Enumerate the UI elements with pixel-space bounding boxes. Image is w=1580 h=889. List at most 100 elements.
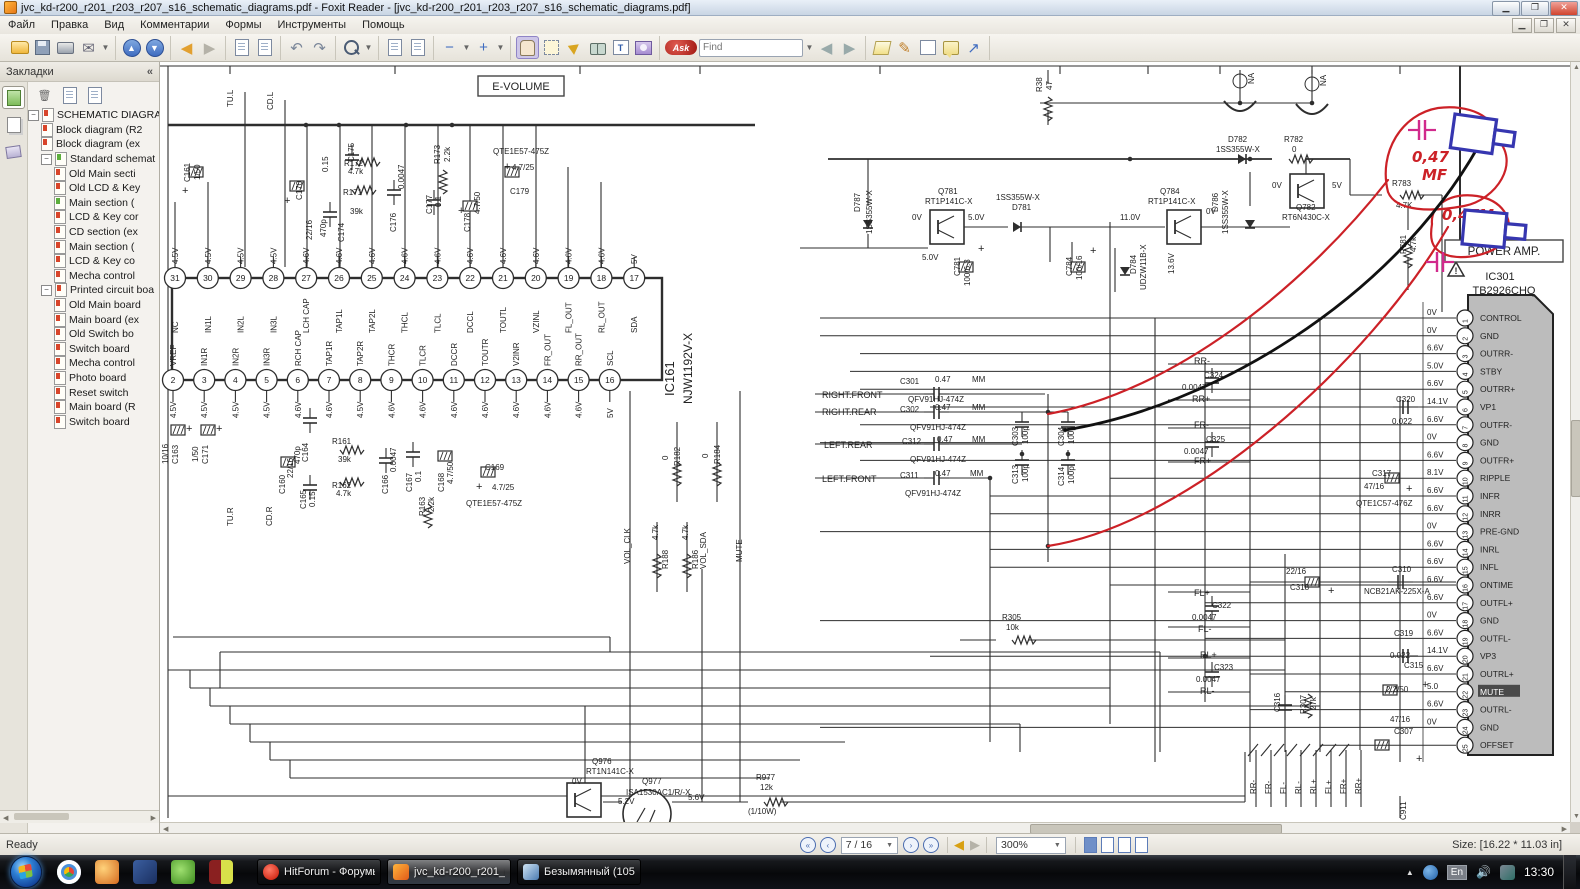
dropdown-icon[interactable]: ▼ <box>496 37 505 58</box>
bookmark-item-1[interactable]: Block diagram (R2 <box>28 123 159 138</box>
bookmark-item-10[interactable]: LCD & Key co <box>28 254 159 269</box>
menu-item-5[interactable]: Инструменты <box>270 17 355 33</box>
bookmark-item-2[interactable]: Block diagram (ex <box>28 137 159 152</box>
dropdown-icon[interactable]: ▼ <box>805 37 814 58</box>
bookmark-item-13[interactable]: Old Main board <box>28 298 159 313</box>
typewriter-tool-icon[interactable]: T <box>610 37 631 58</box>
bookmark-item-12[interactable]: −Printed circuit boa <box>28 283 159 298</box>
bookmark-item-17[interactable]: Mecha control <box>28 356 159 371</box>
find-next-icon[interactable]: ▶ <box>839 37 860 58</box>
page-dropdown-icon[interactable]: ▼ <box>886 842 893 849</box>
open-folder-icon[interactable] <box>9 37 30 58</box>
comment-bubble-tool-icon[interactable] <box>940 37 961 58</box>
single-page-layout-icon[interactable] <box>1084 837 1097 853</box>
bookmark-item-5[interactable]: Old LCD & Key <box>28 181 159 196</box>
word-icon[interactable] <box>133 860 157 884</box>
utorrent-icon[interactable] <box>171 860 195 884</box>
email-icon[interactable]: ✉ <box>78 37 99 58</box>
bookmark-item-21[interactable]: Switch board <box>28 414 159 429</box>
vertical-scroll-thumb[interactable] <box>1571 420 1580 497</box>
taskbar-button-2[interactable]: Безымянный (105%)... <box>517 859 641 885</box>
scroll-right-icon[interactable]: ▶ <box>151 814 156 822</box>
chrome-icon[interactable] <box>57 860 81 884</box>
zoom-level-field[interactable]: 300% ▼ <box>996 837 1066 854</box>
find-input[interactable] <box>699 39 803 57</box>
note-tool-icon[interactable] <box>917 37 938 58</box>
sidebar-hscrollbar[interactable]: ◀ ▶ <box>0 810 159 823</box>
previous-view-icon[interactable]: ◀ <box>954 837 964 853</box>
dropdown-icon[interactable]: ▼ <box>462 37 471 58</box>
mdi-restore-button[interactable]: ❐ <box>1534 18 1554 33</box>
bookmark-item-4[interactable]: Old Main secti <box>28 166 159 181</box>
bookmark-item-15[interactable]: Old Switch bo <box>28 327 159 342</box>
aimp-icon[interactable] <box>95 860 119 884</box>
close-button[interactable]: ✕ <box>1550 1 1578 16</box>
redo-icon[interactable]: ↷ <box>309 37 330 58</box>
scroll-left-icon[interactable]: ◀ <box>163 825 168 833</box>
taskbar-clock[interactable]: 13:30 <box>1524 865 1554 879</box>
stamps-panel-icon[interactable] <box>2 140 25 163</box>
bookmark-item-19[interactable]: Reset switch <box>28 385 159 400</box>
mdi-minimize-button[interactable]: ▁ <box>1512 18 1532 33</box>
zoom-tool-icon[interactable] <box>341 37 362 58</box>
prev-page-icon[interactable]: ‹ <box>820 837 836 853</box>
bookmark-item-18[interactable]: Photo board <box>28 371 159 386</box>
mdi-close-button[interactable]: ✕ <box>1556 18 1576 33</box>
menu-item-3[interactable]: Комментарии <box>132 17 217 33</box>
menu-item-6[interactable]: Помощь <box>354 17 413 33</box>
menu-item-1[interactable]: Правка <box>43 17 96 33</box>
save-icon[interactable] <box>32 37 53 58</box>
delete-bookmark-icon[interactable]: 🗑 <box>36 87 53 104</box>
bookmark-item-0[interactable]: −SCHEMATIC DIAGRAM <box>28 108 159 123</box>
fit-page-icon[interactable] <box>384 37 405 58</box>
bookmark-item-11[interactable]: Mecha control <box>28 269 159 284</box>
hidden-icons-arrow[interactable]: ▲ <box>1406 868 1414 877</box>
back-history-icon[interactable]: ◀ <box>176 37 197 58</box>
bookmarks-panel-icon[interactable] <box>2 86 25 109</box>
select-text-tool-icon[interactable] <box>541 37 562 58</box>
document-canvas[interactable]: !E-VOLUMEPOWER AMP.31NC4.5V30IN1L4.5V29I… <box>160 62 1570 822</box>
continuous-facing-layout-icon[interactable] <box>1135 837 1148 853</box>
sidebar-hscroll-thumb[interactable] <box>14 813 69 820</box>
share-arrow-tool-icon[interactable]: ↗ <box>963 37 984 58</box>
hand-tool-icon[interactable] <box>516 36 539 59</box>
language-indicator[interactable]: En <box>1447 865 1467 880</box>
find-prev-icon[interactable]: ◀ <box>816 37 837 58</box>
maximize-button[interactable]: ❐ <box>1521 1 1549 16</box>
bookmark-item-20[interactable]: Main board (R <box>28 400 159 415</box>
page-next-tool-icon[interactable] <box>254 37 275 58</box>
pages-panel-icon[interactable] <box>2 113 25 136</box>
pencil-tool-icon[interactable]: ✎ <box>894 37 915 58</box>
previous-view-icon[interactable]: ▲ <box>121 37 142 58</box>
show-desktop-button[interactable] <box>1563 855 1576 889</box>
zoom-in-icon[interactable]: + <box>473 37 494 58</box>
dropdown-icon[interactable]: ▼ <box>101 37 110 58</box>
volume-icon[interactable]: 🔊 <box>1476 865 1491 879</box>
menu-item-4[interactable]: Формы <box>217 17 269 33</box>
binoculars-icon[interactable] <box>587 37 608 58</box>
next-page-icon[interactable]: › <box>903 837 919 853</box>
bookmark-item-7[interactable]: LCD & Key cor <box>28 210 159 225</box>
collapse-panel-button[interactable]: « <box>147 66 153 78</box>
ask-icon[interactable]: Ask <box>665 40 697 55</box>
new-bookmark-icon[interactable] <box>61 87 78 104</box>
next-view-icon[interactable]: ▼ <box>144 37 165 58</box>
bookmark-item-14[interactable]: Main board (ex <box>28 312 159 327</box>
scroll-right-icon[interactable]: ▶ <box>1562 825 1567 833</box>
expand-bookmark-icon[interactable] <box>86 87 103 104</box>
dropdown-icon[interactable]: ▼ <box>364 37 373 58</box>
bookmark-item-16[interactable]: Switch board <box>28 342 159 357</box>
menu-item-2[interactable]: Вид <box>96 17 132 33</box>
bookmark-item-6[interactable]: Main section ( <box>28 196 159 211</box>
zoom-out-icon[interactable]: − <box>439 37 460 58</box>
menu-item-0[interactable]: Файл <box>0 17 43 33</box>
minimize-button[interactable]: ▁ <box>1492 1 1520 16</box>
snapshot-tool-icon[interactable] <box>633 37 654 58</box>
facing-layout-icon[interactable] <box>1118 837 1131 853</box>
start-button[interactable] <box>10 856 42 888</box>
scroll-left-icon[interactable]: ◀ <box>3 814 8 822</box>
bookmark-item-8[interactable]: CD section (ex <box>28 225 159 240</box>
page-prev-tool-icon[interactable] <box>231 37 252 58</box>
fit-width-icon[interactable] <box>407 37 428 58</box>
expander-icon[interactable]: − <box>28 110 39 121</box>
